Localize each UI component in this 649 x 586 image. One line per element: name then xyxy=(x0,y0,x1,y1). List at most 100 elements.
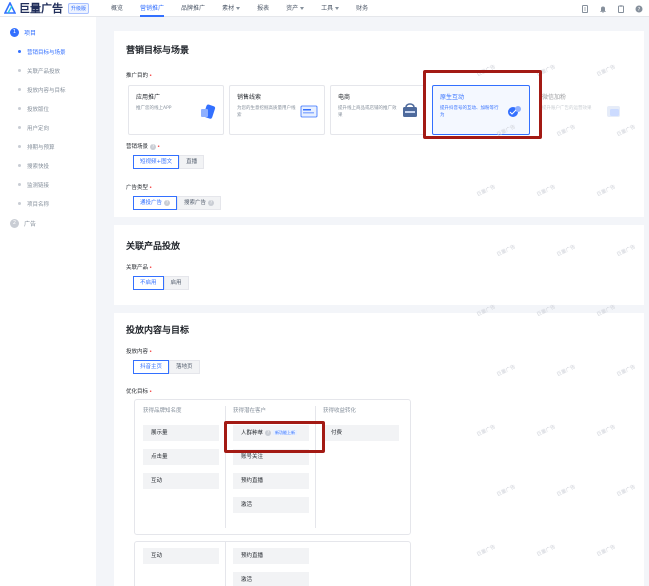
help-icon: ? xyxy=(150,143,157,150)
goal-option-brand-2[interactable]: 互动 xyxy=(143,473,219,489)
option-label: 启用 xyxy=(170,280,182,286)
sidebar-item-label: 投放版位 xyxy=(27,106,50,113)
goal-option-revenue-0-label: 付费 xyxy=(331,430,343,436)
nav-item-7[interactable]: 财务 xyxy=(356,0,368,17)
goal-option-leads-2[interactable]: 预约直播 xyxy=(233,473,309,489)
nav-item-label: 营销推广 xyxy=(140,4,165,12)
sidebar-item-3[interactable]: 投放版位 xyxy=(18,99,96,118)
nav-item-1[interactable]: 营销推广 xyxy=(140,0,165,17)
goal-option-brand-0[interactable]: 展示量 xyxy=(143,425,219,441)
nav-item-label: 报表 xyxy=(257,4,270,12)
nav-item-6[interactable]: 工具 xyxy=(321,0,340,17)
adtype-label: 广告类型• xyxy=(126,185,153,191)
option-button-0[interactable]: 不启用 xyxy=(133,276,164,290)
logo[interactable]: 巨量广告 升级版 xyxy=(4,0,90,17)
promo-card-desc: 推广您的线上APP xyxy=(136,106,172,111)
goal-option-brand-0-label: 展示量 xyxy=(151,430,168,436)
sidebar-item-label: 监测链接 xyxy=(27,182,50,189)
top-icons: ? xyxy=(571,0,643,17)
option-button-1[interactable]: 落地页 xyxy=(169,360,200,374)
bell-icon[interactable] xyxy=(599,5,607,13)
promo-card-title: 电商 xyxy=(338,94,351,101)
document-icon[interactable] xyxy=(581,4,589,13)
option-button-1[interactable]: 启用 xyxy=(163,276,189,290)
divider xyxy=(225,542,226,586)
bullet-icon xyxy=(18,88,21,91)
wechat-icon xyxy=(607,106,620,117)
help-icon: ? xyxy=(164,199,171,206)
goal-table: 获得品牌知名度 获得潜在客户 获得收益转化 展示量 点击量 互动 人群种草? 新功能上新… xyxy=(134,399,411,535)
option-label: 通投广告 xyxy=(140,200,163,206)
nav-item-4[interactable]: 报表 xyxy=(257,0,269,17)
promo-card-4[interactable]: 微信加粉 提升账户广告的运营效果 xyxy=(534,85,630,135)
bullet-icon xyxy=(18,69,21,72)
bullet-icon xyxy=(18,107,21,110)
app-promo-icon xyxy=(201,104,216,119)
help-icon[interactable]: ? xyxy=(635,5,643,13)
section-title: 投放内容与目标 xyxy=(126,326,190,336)
content-selector: 抖音主页 落地页 xyxy=(133,360,200,374)
option-button-1[interactable]: 直播 xyxy=(179,155,205,169)
sidebar-item-8[interactable]: 项目名称 xyxy=(18,194,96,213)
goal-option-brand-2-label: 互动 xyxy=(151,478,163,484)
bullet-icon xyxy=(18,126,21,129)
goal-option-bottom-brand-0[interactable]: 互动 xyxy=(143,548,219,564)
nav-item-5[interactable]: 资产 xyxy=(286,0,305,17)
scene-label: 营销场景? • xyxy=(126,143,161,150)
col-header-revenue: 获得收益转化 xyxy=(323,408,357,414)
bullet-icon xyxy=(18,183,21,186)
goal-option-revenue-0[interactable]: 付费 xyxy=(323,425,399,441)
sidebar-item-4[interactable]: 用户定向 xyxy=(18,118,96,137)
section-related-product: 关联产品投放 关联产品• 不启用 启用 xyxy=(114,225,644,305)
goal-option-bottom-leads-0[interactable]: 预约直播 xyxy=(233,548,309,564)
sidebar-step-project[interactable]: 1 项目 xyxy=(10,22,96,42)
promo-card-title: 应用推广 xyxy=(136,94,161,101)
option-label: 不启用 xyxy=(140,280,157,286)
sidebar-item-2[interactable]: 投放内容与目标 xyxy=(18,80,96,99)
sidebar-item-6[interactable]: 搜索快投 xyxy=(18,156,96,175)
goal-option-brand-1[interactable]: 点击量 xyxy=(143,449,219,465)
option-button-0[interactable]: 抖音主页 xyxy=(133,360,170,374)
clipboard-icon[interactable] xyxy=(617,4,625,13)
sidebar-item-label: 项目名称 xyxy=(27,201,50,208)
bullet-icon xyxy=(18,164,21,167)
sidebar-item-7[interactable]: 监测链接 xyxy=(18,175,96,194)
sidebar-item-1[interactable]: 关联产品投放 xyxy=(18,61,96,80)
related-product-label: 关联产品• xyxy=(126,265,153,271)
nav-item-2[interactable]: 品牌推广 xyxy=(181,0,205,17)
option-button-1[interactable]: 搜索广告? xyxy=(177,196,222,210)
step-number: 2 xyxy=(10,218,19,228)
option-button-0[interactable]: 短视频+图文 xyxy=(133,155,180,169)
sidebar-item-0[interactable]: 营销目标与场景 xyxy=(18,42,96,61)
scene-selector: 短视频+图文 直播 xyxy=(133,155,205,169)
sidebar-step-ad[interactable]: 2 广告 xyxy=(10,213,96,233)
edition-badge: 升级版 xyxy=(68,2,90,14)
content-label: 投放内容• xyxy=(126,349,153,355)
promo-card-desc: 为您的生意挖掘高质量用户线索 xyxy=(237,106,296,118)
step-number: 1 xyxy=(10,27,19,37)
main-nav: 概览 营销推广 品牌推广 素材 报表 资产 工具 财务 xyxy=(111,0,385,17)
nav-item-label: 资产 xyxy=(286,4,299,12)
promo-purpose-label: 推广目的• xyxy=(126,73,153,79)
goal-table-bottom: 互动 预约直播激活 xyxy=(134,541,411,586)
sidebar-item-5[interactable]: 排期与预算 xyxy=(18,137,96,156)
step-label: 项目 xyxy=(24,29,37,37)
promo-card-1[interactable]: 销售线索为您的生意挖掘高质量用户线索 xyxy=(229,85,325,135)
goal-option-bottom-leads-1-label: 激活 xyxy=(241,577,253,583)
highlight-box-native-interaction xyxy=(423,70,542,139)
promo-card-2[interactable]: 电商 提升线上商品或店铺的推广效果 xyxy=(330,85,426,135)
bullet-icon xyxy=(18,50,21,53)
goal-option-leads-3[interactable]: 激活 xyxy=(233,497,309,513)
nav-item-label: 概览 xyxy=(111,4,124,12)
section-title: 营销目标与场景 xyxy=(126,46,190,56)
goal-label: 优化目标• xyxy=(126,389,153,395)
sidebar-item-label: 营销目标与场景 xyxy=(27,49,66,56)
section-content-goal: 投放内容与目标 投放内容• 抖音主页 落地页 优化目标• 获得品牌知名度 获得潜在… xyxy=(114,313,644,586)
promo-card-0[interactable]: 应用推广推广您的线上APP xyxy=(128,85,224,135)
option-button-0[interactable]: 通投广告? xyxy=(133,196,178,210)
goal-option-bottom-leads-1[interactable]: 激活 xyxy=(233,572,309,586)
nav-item-3[interactable]: 素材 xyxy=(222,0,241,17)
promo-card-title: 销售线索 xyxy=(237,94,262,101)
main-content: 营销目标与场景 推广目的• 应用推广 推广您的线上APP 销售线索 为您的生意挖掘高质… xyxy=(106,27,649,586)
nav-item-0[interactable]: 概览 xyxy=(111,0,123,17)
